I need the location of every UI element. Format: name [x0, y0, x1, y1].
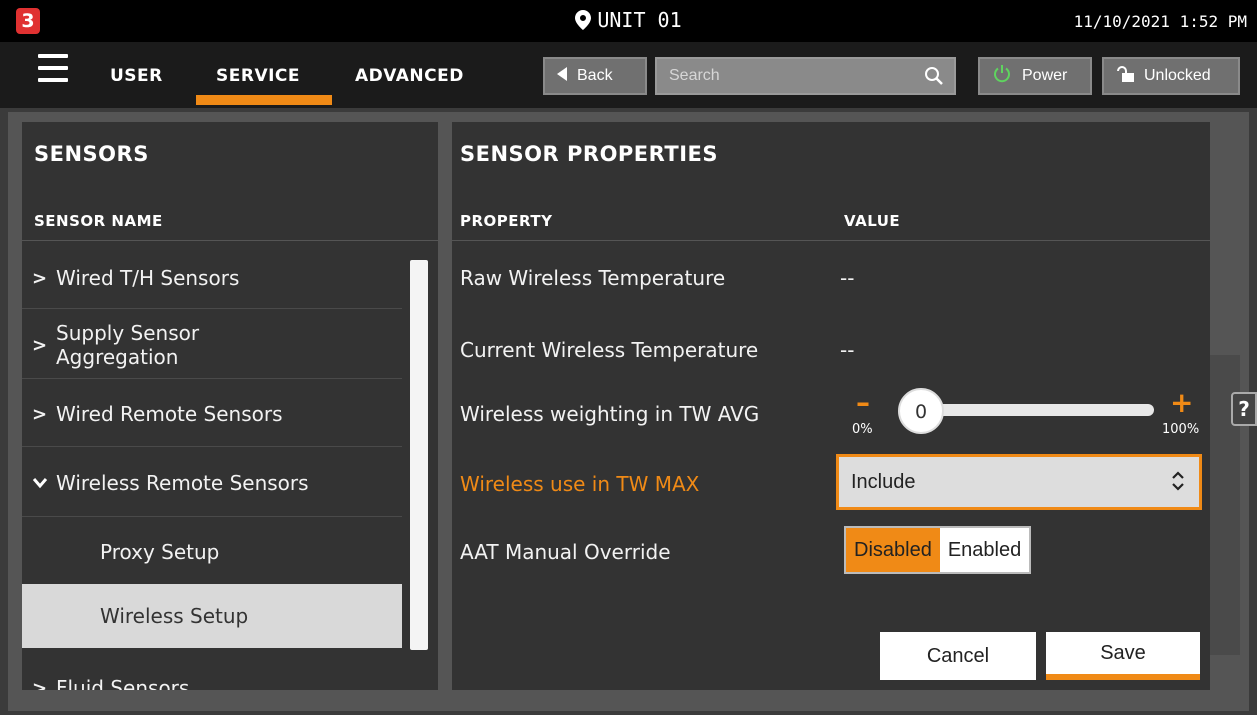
chevron-right-icon: >: [32, 267, 48, 289]
aat-override-toggle: Disabled Enabled: [844, 526, 1032, 574]
slider-max-label: 100%: [1162, 422, 1200, 437]
value-header: VALUE: [844, 212, 901, 230]
tree-item-wireless-setup[interactable]: Wireless Setup: [22, 584, 402, 648]
hamburger-menu-icon[interactable]: [38, 54, 68, 82]
tree-item-label: Wireless Remote Sensors: [56, 471, 309, 495]
scrollbar[interactable]: [410, 260, 428, 650]
tree-divider: [22, 446, 402, 447]
chevron-right-icon: >: [32, 677, 48, 691]
tw-max-select[interactable]: Include: [836, 454, 1202, 510]
increment-button[interactable]: +: [1170, 386, 1193, 419]
chevron-right-icon: >: [32, 403, 48, 425]
tree-item-proxy-setup[interactable]: Proxy Setup: [22, 522, 402, 582]
prop-aat-manual-override: AAT Manual Override: [460, 540, 671, 564]
prop-raw-wireless-temperature: Raw Wireless Temperature: [460, 266, 726, 290]
weighting-slider-track[interactable]: [922, 404, 1154, 416]
back-button[interactable]: Back: [543, 57, 647, 95]
tree-item-wireless-remote-sensors[interactable]: Wireless Remote Sensors: [22, 452, 402, 514]
unlock-icon: [1116, 65, 1136, 88]
unlocked-label: Unlocked: [1144, 67, 1211, 84]
unit-label: UNIT 01: [0, 8, 1257, 35]
tree-divider: [22, 308, 402, 309]
header-divider: [22, 240, 438, 241]
chevron-down-icon: [22, 473, 56, 494]
tree-item-label: Supply Sensor Aggregation: [56, 321, 200, 369]
weighting-slider-thumb[interactable]: 0: [898, 388, 944, 434]
properties-title: SENSOR PROPERTIES: [460, 142, 718, 166]
tree-item-wired-th-sensors[interactable]: > Wired T/H Sensors: [22, 252, 402, 304]
prop-wireless-use-tw-max: Wireless use in TW MAX: [460, 472, 700, 496]
tab-service[interactable]: SERVICE: [216, 66, 300, 86]
location-pin-icon: [575, 10, 592, 35]
tree-divider: [22, 516, 402, 517]
unit-name: UNIT 01: [597, 8, 682, 32]
datetime: 11/10/2021 1:52 PM: [1073, 12, 1247, 31]
tab-advanced[interactable]: ADVANCED: [355, 66, 464, 86]
back-arrow-icon: [557, 66, 567, 86]
search-icon[interactable]: [924, 66, 944, 91]
back-label: Back: [577, 67, 613, 84]
select-updown-icon: [1171, 469, 1185, 499]
value-current-wireless-temperature: --: [840, 338, 855, 362]
sensors-panel: SENSORS SENSOR NAME > Wired T/H Sensors …: [22, 122, 438, 690]
sensor-properties-panel: SENSOR PROPERTIES PROPERTY VALUE Raw Wir…: [452, 122, 1210, 690]
power-label: Power: [1022, 67, 1068, 84]
sensors-title: SENSORS: [34, 142, 149, 166]
power-button[interactable]: Power: [978, 57, 1092, 95]
tree-item-label: Wired Remote Sensors: [56, 402, 283, 426]
decrement-button[interactable]: –: [856, 386, 870, 419]
active-tab-indicator: [196, 95, 332, 105]
search-input[interactable]: Search: [655, 57, 956, 95]
property-header: PROPERTY: [460, 212, 553, 230]
cancel-button[interactable]: Cancel: [880, 632, 1036, 680]
tw-max-selected-value: Include: [851, 470, 916, 493]
unlocked-button[interactable]: Unlocked: [1102, 57, 1240, 95]
tree-item-fluid-sensors[interactable]: > Fluid Sensors: [22, 668, 402, 690]
slider-min-label: 0%: [852, 422, 873, 437]
search-placeholder: Search: [669, 67, 720, 84]
toggle-enabled-option[interactable]: Enabled: [939, 528, 1030, 572]
tree-item-label: Proxy Setup: [100, 540, 220, 564]
tree-item-label: Wireless Setup: [100, 604, 249, 628]
toggle-disabled-option[interactable]: Disabled: [846, 528, 940, 572]
tree-item-wired-remote-sensors[interactable]: > Wired Remote Sensors: [22, 384, 402, 444]
help-button[interactable]: ?: [1231, 392, 1257, 426]
save-button[interactable]: Save: [1046, 632, 1200, 680]
chevron-right-icon: >: [32, 334, 48, 356]
value-raw-wireless-temperature: --: [840, 266, 855, 290]
header-divider: [452, 240, 1210, 241]
tree-item-label: Fluid Sensors: [56, 676, 190, 690]
status-bar: 3 UNIT 01 11/10/2021 1:52 PM: [0, 0, 1257, 42]
tree-divider: [22, 378, 402, 379]
tab-user[interactable]: USER: [110, 66, 163, 86]
sensor-name-header: SENSOR NAME: [34, 212, 163, 230]
prop-current-wireless-temperature: Current Wireless Temperature: [460, 338, 759, 362]
tree-item-supply-sensor-aggregation[interactable]: > Supply Sensor Aggregation: [22, 312, 402, 378]
power-icon: [992, 64, 1012, 89]
prop-wireless-weighting: Wireless weighting in TW AVG: [460, 402, 760, 426]
tree-item-label: Wired T/H Sensors: [56, 266, 240, 290]
